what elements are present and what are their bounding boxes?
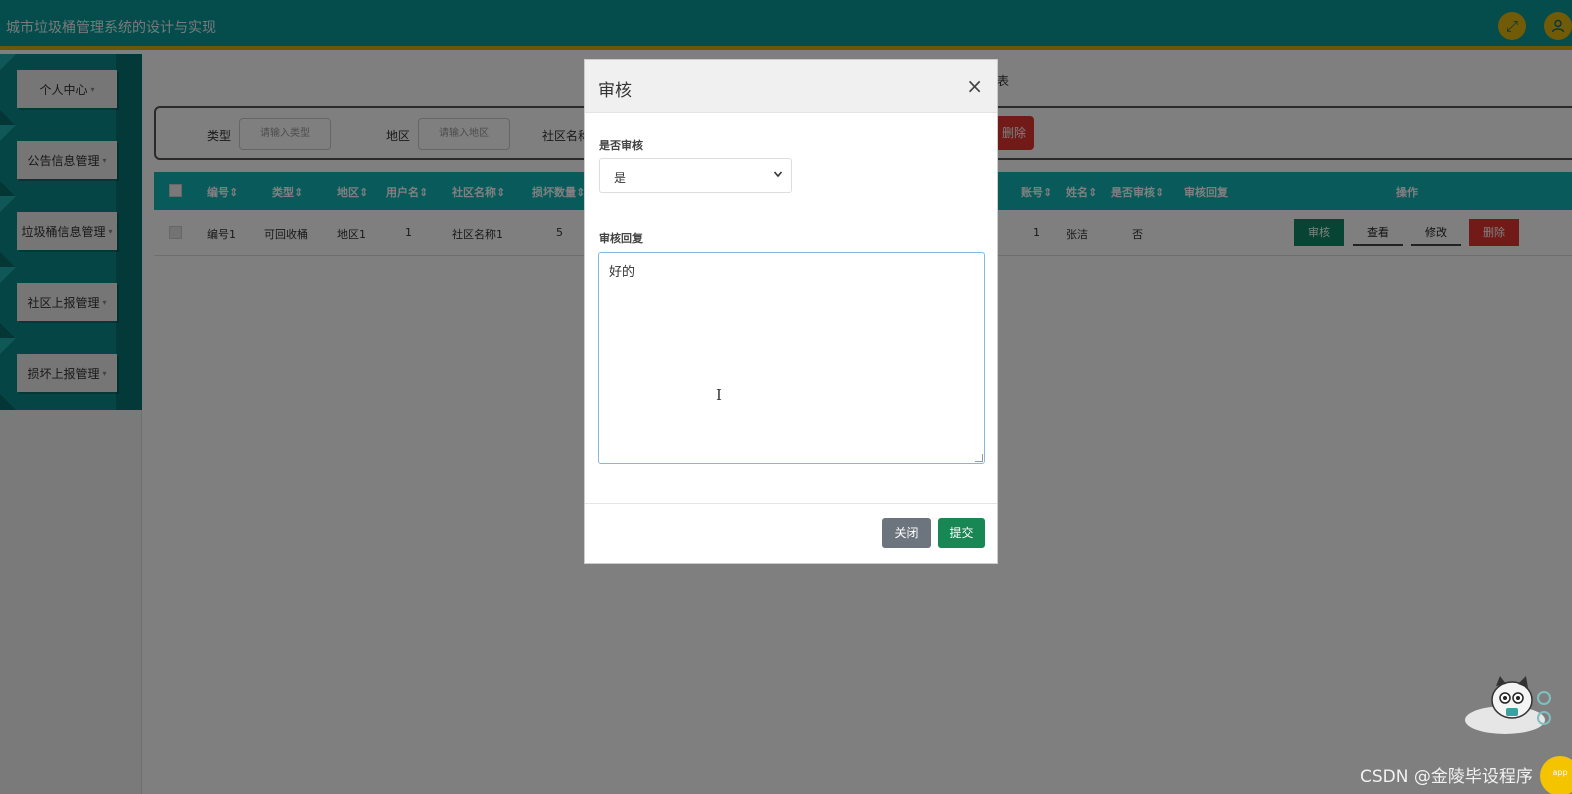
close-icon[interactable]: × — [966, 74, 983, 98]
audit-modal: 审核 × 是否审核 是 审核回复 好的 I 关闭 提交 — [584, 59, 998, 564]
modal-header: 审核 × — [585, 60, 997, 113]
close-button[interactable]: 关闭 — [882, 518, 931, 548]
audit-reply-textarea[interactable]: 好的 I — [598, 252, 985, 464]
submit-button[interactable]: 提交 — [938, 518, 985, 548]
chevron-down-icon — [773, 167, 783, 184]
resize-handle-icon[interactable] — [975, 454, 983, 462]
audit-status-value: 是 — [614, 171, 627, 185]
app-badge-icon[interactable]: app — [1540, 756, 1572, 794]
mascot-image — [1460, 676, 1560, 740]
audit-reply-label: 审核回复 — [599, 232, 643, 245]
audit-status-select[interactable]: 是 — [599, 158, 792, 193]
modal-title: 审核 — [598, 81, 632, 101]
text-cursor-icon: I — [716, 386, 722, 404]
audit-reply-value: 好的 — [609, 265, 636, 280]
audit-status-label: 是否审核 — [599, 139, 643, 152]
csdn-watermark: CSDN @金陵毕设程序 — [1360, 767, 1533, 787]
modal-divider — [585, 503, 997, 504]
